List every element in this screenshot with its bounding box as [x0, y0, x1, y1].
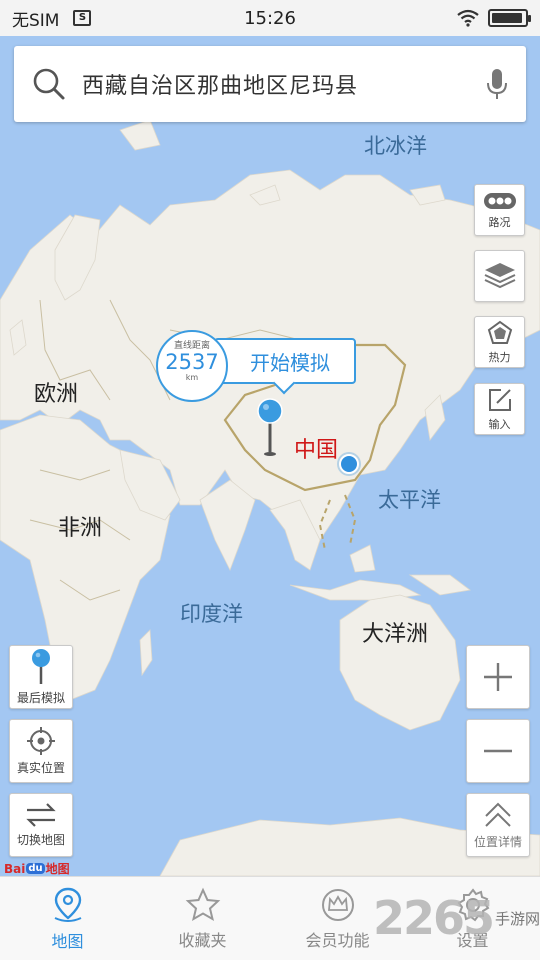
sim-card-icon: S	[73, 10, 92, 26]
battery-icon	[488, 9, 531, 27]
traffic-icon	[483, 192, 516, 209]
map-pin-icon[interactable]	[256, 398, 284, 458]
bottom-tab-bar: 地图 收藏夹 会员功能 设置	[0, 876, 540, 960]
layers-button[interactable]	[474, 250, 525, 302]
current-location-dot[interactable]	[339, 454, 359, 474]
start-simulation-button[interactable]: 开始模拟	[214, 338, 356, 384]
oceania-label: 大洋洲	[362, 622, 429, 647]
zoom-out-button[interactable]	[466, 719, 530, 783]
tab-map-label: 地图	[51, 931, 84, 951]
arctic-ocean-label: 北冰洋	[364, 134, 427, 158]
star-icon	[185, 887, 220, 921]
switch-map-label: 切换地图	[16, 833, 65, 847]
tab-settings-label: 设置	[456, 930, 489, 950]
tab-favorites-label: 收藏夹	[178, 930, 227, 950]
input-button[interactable]: 输入	[474, 383, 525, 435]
distance-value: 2537	[165, 350, 219, 374]
gear-icon	[457, 887, 489, 921]
traffic-label: 路况	[488, 215, 511, 229]
tab-favorites[interactable]: 收藏夹	[135, 877, 270, 960]
crosshair-icon	[27, 727, 55, 755]
microphone-icon[interactable]	[486, 67, 508, 101]
carrier-label: 无SIM	[12, 10, 60, 31]
tab-map[interactable]: 地图	[0, 877, 135, 960]
tab-settings[interactable]: 设置	[405, 877, 540, 960]
plus-icon	[484, 663, 512, 691]
battery-level	[492, 13, 523, 23]
zoom-in-button[interactable]	[466, 645, 530, 709]
baidu-logo-bai: Bai	[4, 861, 26, 876]
pentagon-icon	[487, 320, 512, 344]
distance-unit: km	[185, 373, 199, 382]
status-bar: 无SIM S 15:26	[0, 0, 540, 36]
wifi-icon	[457, 9, 479, 27]
china-label: 中国	[294, 438, 339, 463]
search-input[interactable]: 西藏自治区那曲地区尼玛县	[82, 68, 486, 100]
africa-label: 非洲	[58, 516, 103, 541]
switch-map-button[interactable]: 切换地图	[9, 793, 73, 857]
traffic-button[interactable]: 路况	[474, 184, 525, 236]
minus-icon	[484, 749, 512, 753]
baidu-map-logo: Bai du 地图	[4, 860, 70, 877]
heatmap-button[interactable]: 热力	[474, 316, 525, 368]
distance-badge: 直线距离 2537 km	[156, 330, 228, 402]
baidu-logo-du: du	[26, 863, 45, 874]
map-pin-icon	[54, 887, 81, 922]
input-label: 输入	[488, 417, 511, 431]
chevron-up-icon	[485, 802, 511, 827]
heatmap-label: 热力	[488, 350, 511, 364]
crown-icon	[321, 888, 354, 921]
edit-icon	[488, 388, 511, 411]
europe-label: 欧洲	[34, 382, 79, 407]
indian-ocean-label: 印度洋	[180, 602, 243, 626]
location-details-label: 位置详情	[473, 835, 522, 849]
layers-icon	[484, 263, 515, 289]
baidu-logo-map: 地图	[45, 862, 70, 876]
search-icon[interactable]	[32, 67, 66, 101]
last-simulation-button[interactable]: 最后模拟	[9, 645, 73, 709]
pacific-ocean-label: 太平洋	[378, 488, 441, 512]
last-simulation-label: 最后模拟	[16, 691, 65, 705]
swap-arrows-icon	[26, 803, 56, 827]
tab-membership-label: 会员功能	[305, 930, 370, 950]
pin-icon	[32, 649, 50, 684]
real-location-label: 真实位置	[16, 761, 65, 775]
tab-membership[interactable]: 会员功能	[270, 877, 405, 960]
location-details-button[interactable]: 位置详情	[466, 793, 530, 857]
search-bar[interactable]: 西藏自治区那曲地区尼玛县	[14, 46, 526, 122]
real-location-button[interactable]: 真实位置	[9, 719, 73, 783]
